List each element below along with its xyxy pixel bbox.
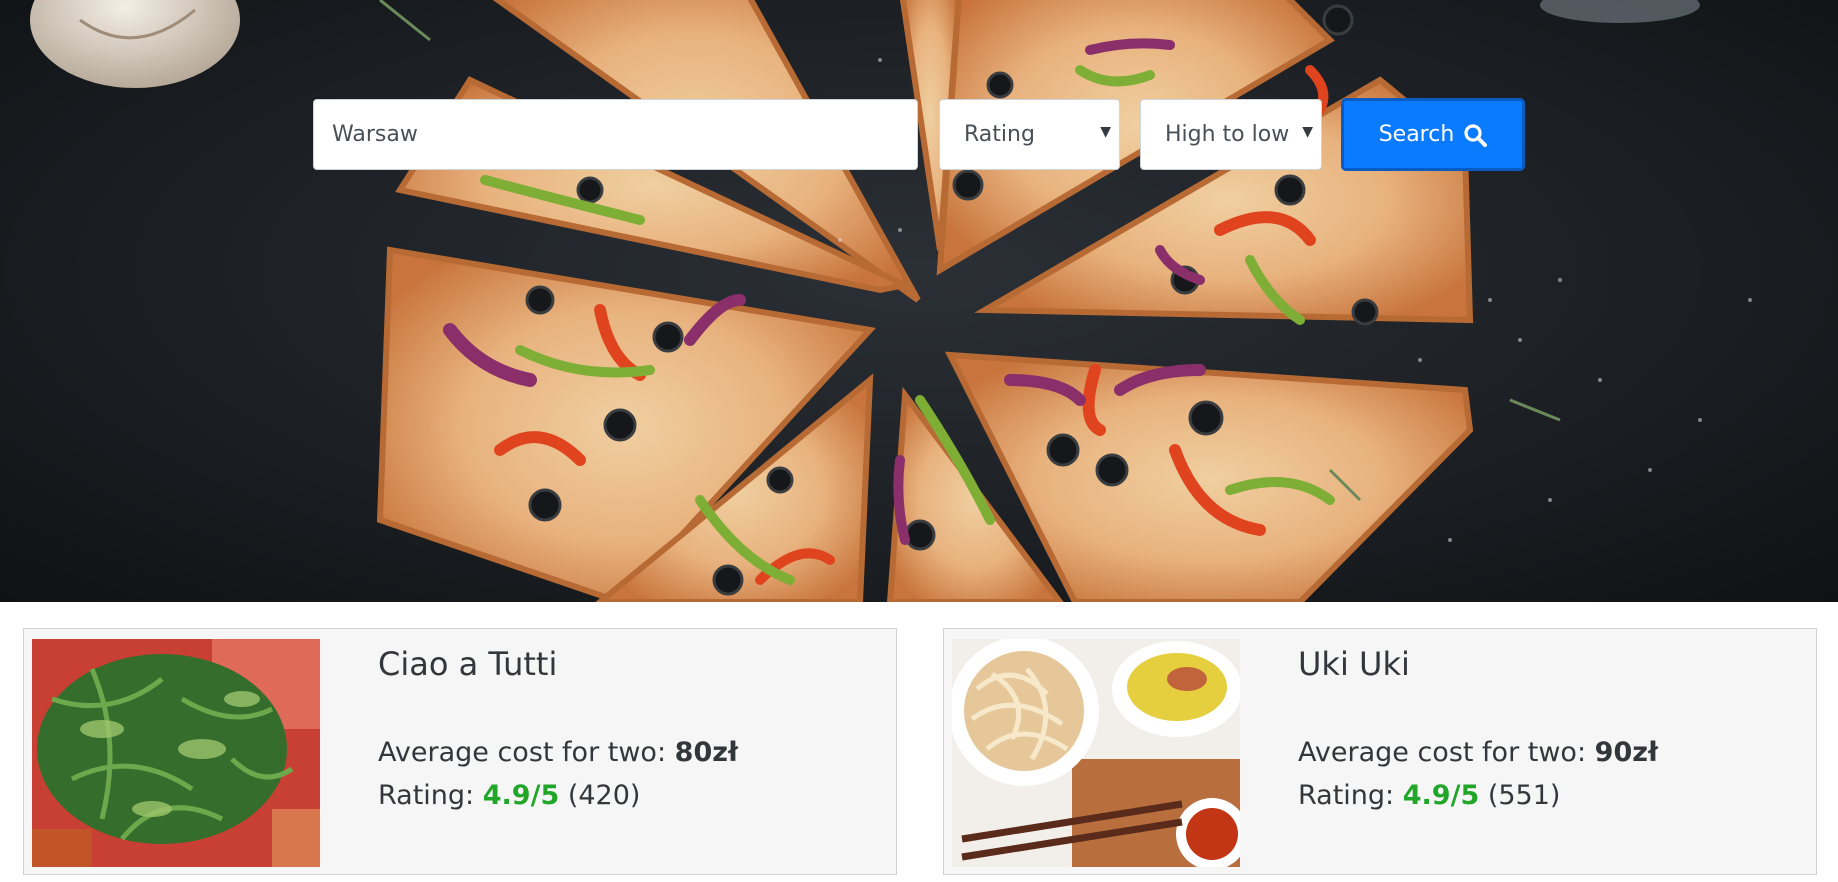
rating-label: Rating: [1298, 780, 1395, 811]
cost-value: 80zł [674, 737, 738, 768]
rating: Rating: 4.9/5 (551) [1298, 780, 1560, 811]
cost-label: Average cost for two: [1298, 737, 1587, 768]
restaurant-name[interactable]: Ciao a Tutti [378, 645, 557, 683]
cost-label: Average cost for two: [378, 737, 667, 768]
rating: Rating: 4.9/5 (420) [378, 780, 640, 811]
cost-value: 90zł [1594, 737, 1658, 768]
rating-count: (420) [567, 780, 641, 811]
order-select[interactable]: High to low ▼ [1140, 99, 1322, 170]
search-icon [1464, 123, 1488, 147]
restaurant-thumbnail [952, 639, 1240, 867]
arugula-salad-photo [32, 639, 320, 867]
average-cost: Average cost for two: 80zł [378, 737, 738, 768]
caret-down-icon: ▼ [1299, 124, 1313, 140]
search-button-label: Search [1378, 122, 1455, 147]
restaurant-card[interactable]: Uki Uki Average cost for two: 90zł Ratin… [943, 628, 1817, 875]
restaurant-name[interactable]: Uki Uki [1298, 645, 1410, 683]
hero-banner: Rating ▼ High to low ▼ Search [0, 0, 1838, 602]
rating-score: 4.9/5 [1402, 780, 1480, 811]
rating-count: (551) [1487, 780, 1561, 811]
rating-score: 4.9/5 [482, 780, 560, 811]
sort-by-value: Rating [964, 122, 1035, 147]
average-cost: Average cost for two: 90zł [1298, 737, 1658, 768]
city-search-input[interactable] [313, 99, 918, 170]
restaurant-thumbnail [32, 639, 320, 867]
restaurant-card[interactable]: Ciao a Tutti Average cost for two: 80zł … [23, 628, 897, 875]
order-value: High to low [1165, 122, 1290, 147]
search-bar: Rating ▼ High to low ▼ Search [0, 0, 1838, 602]
sort-by-select[interactable]: Rating ▼ [939, 99, 1120, 170]
udon-noodles-photo [952, 639, 1240, 867]
caret-down-icon: ▼ [1097, 124, 1111, 140]
rating-label: Rating: [378, 780, 475, 811]
search-button[interactable]: Search [1341, 98, 1525, 171]
